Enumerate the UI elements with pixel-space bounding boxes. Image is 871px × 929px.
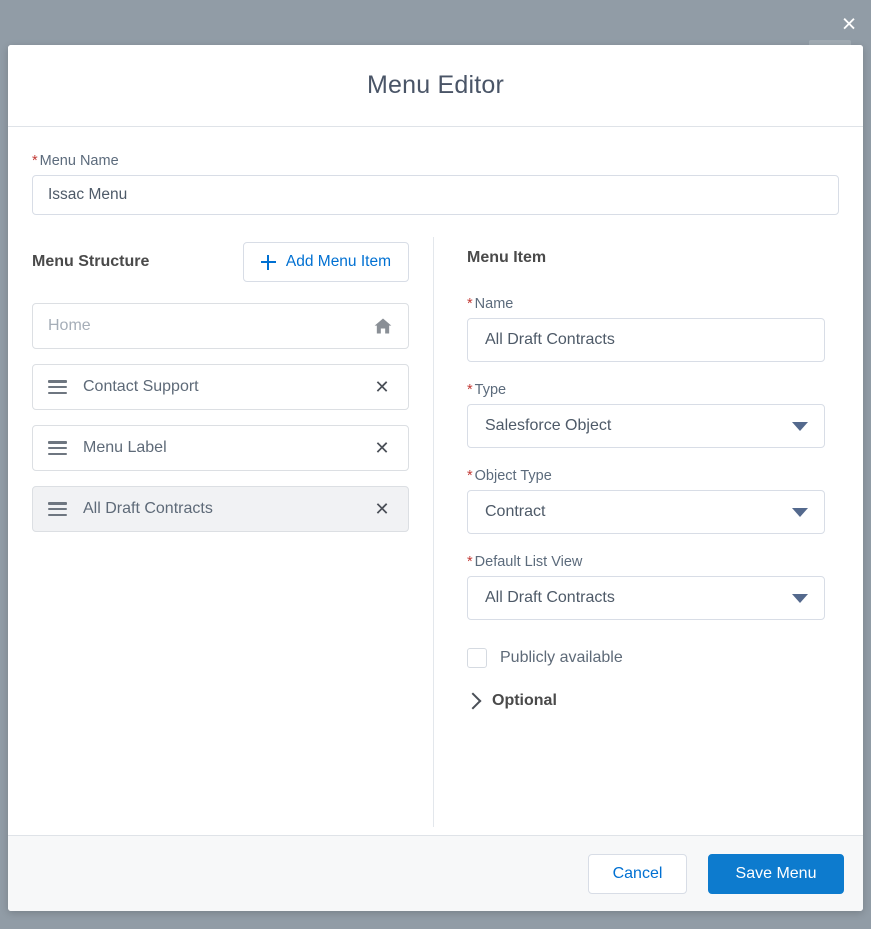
- editor-panes: Menu Structure Add Menu Item Home Contac…: [8, 237, 863, 827]
- type-label: * Type: [467, 382, 825, 398]
- default-list-view-select-wrap: All Draft Contracts: [467, 576, 825, 620]
- name-label: * Name: [467, 296, 825, 312]
- name-field-group: * Name: [467, 296, 825, 362]
- modal-header: Menu Editor: [8, 45, 863, 127]
- object-type-select[interactable]: Contract: [467, 490, 825, 534]
- close-icon[interactable]: ×: [834, 9, 864, 39]
- publicly-available-label: Publicly available: [500, 649, 623, 666]
- type-label-text: Type: [474, 382, 507, 398]
- menu-name-field-group: * Menu Name: [8, 127, 863, 215]
- menu-row-menu-label[interactable]: Menu Label ✕: [32, 425, 409, 471]
- chevron-right-icon: [464, 692, 482, 710]
- drag-handle-icon[interactable]: [48, 380, 67, 394]
- type-field-group: * Type Salesforce Object: [467, 382, 825, 448]
- optional-section-toggle[interactable]: Optional: [464, 692, 825, 710]
- menu-editor-modal: Menu Editor *Menu Name Menu Structure A: [8, 45, 863, 911]
- object-type-label-text: Object Type: [474, 468, 552, 484]
- home-icon: [373, 316, 393, 336]
- publicly-available-row[interactable]: Publicly available: [467, 648, 825, 668]
- required-marker: *: [467, 382, 473, 398]
- type-select[interactable]: Salesforce Object: [467, 404, 825, 448]
- menu-item-section-title: Menu Item: [467, 249, 547, 266]
- modal-body: *Menu Name Menu Structure Add Menu Item: [8, 127, 863, 835]
- drag-handle-icon[interactable]: [48, 502, 67, 516]
- drag-handle-icon[interactable]: [48, 441, 67, 455]
- menu-items-list: Home Contact Support ✕ Menu Label ✕ All …: [32, 303, 409, 532]
- menu-row-all-draft-contracts[interactable]: All Draft Contracts ✕: [32, 486, 409, 532]
- save-menu-button[interactable]: Save Menu: [708, 853, 844, 894]
- menu-row-home[interactable]: Home: [32, 303, 409, 349]
- required-marker: *: [32, 153, 38, 169]
- menu-item-detail-pane: Menu Item *Name *Type Salesforce Object: [434, 237, 863, 827]
- menu-row-label: All Draft Contracts: [83, 500, 213, 517]
- add-menu-item-label: Add Menu Item: [285, 253, 391, 270]
- menu-row-label: Menu Label: [83, 439, 167, 456]
- default-list-view-select[interactable]: All Draft Contracts: [467, 576, 825, 620]
- menu-structure-pane: Menu Structure Add Menu Item Home Contac…: [8, 237, 434, 827]
- modal-footer: Cancel Save Menu: [8, 835, 863, 911]
- modal-backdrop: × Menu Editor *Menu Name Menu Structure: [0, 0, 871, 929]
- remove-menu-item-icon[interactable]: ✕: [371, 437, 393, 459]
- object-type-label: * Object Type: [467, 468, 825, 484]
- name-input[interactable]: [467, 318, 825, 362]
- required-marker: *: [467, 554, 473, 570]
- required-marker: *: [467, 296, 473, 312]
- remove-menu-item-icon[interactable]: ✕: [371, 498, 393, 520]
- menu-name-label-text: Menu Name: [39, 153, 119, 169]
- menu-name-label: * Menu Name: [32, 153, 839, 169]
- object-type-select-wrap: Contract: [467, 490, 825, 534]
- optional-section-label: Optional: [492, 692, 557, 709]
- menu-structure-header: Menu Structure Add Menu Item: [32, 237, 409, 287]
- name-label-text: Name: [474, 296, 514, 312]
- cancel-button[interactable]: Cancel: [588, 853, 687, 894]
- type-select-wrap: Salesforce Object: [467, 404, 825, 448]
- default-list-view-field-group: * Default List View All Draft Contracts: [467, 554, 825, 620]
- default-list-view-label: * Default List View: [467, 554, 825, 570]
- menu-row-home-label: Home: [48, 317, 91, 334]
- menu-row-contact-support[interactable]: Contact Support ✕: [32, 364, 409, 410]
- menu-name-input[interactable]: [32, 175, 839, 215]
- remove-menu-item-icon[interactable]: ✕: [371, 376, 393, 398]
- default-list-view-label-text: Default List View: [474, 554, 583, 570]
- required-marker: *: [467, 468, 473, 484]
- menu-structure-title: Menu Structure: [32, 253, 150, 270]
- menu-row-label: Contact Support: [83, 378, 199, 395]
- publicly-available-checkbox[interactable]: [467, 648, 487, 668]
- add-menu-item-button[interactable]: Add Menu Item: [242, 242, 409, 282]
- page-title: Menu Editor: [367, 71, 504, 99]
- plus-icon: [260, 254, 276, 270]
- object-type-field-group: * Object Type Contract: [467, 468, 825, 534]
